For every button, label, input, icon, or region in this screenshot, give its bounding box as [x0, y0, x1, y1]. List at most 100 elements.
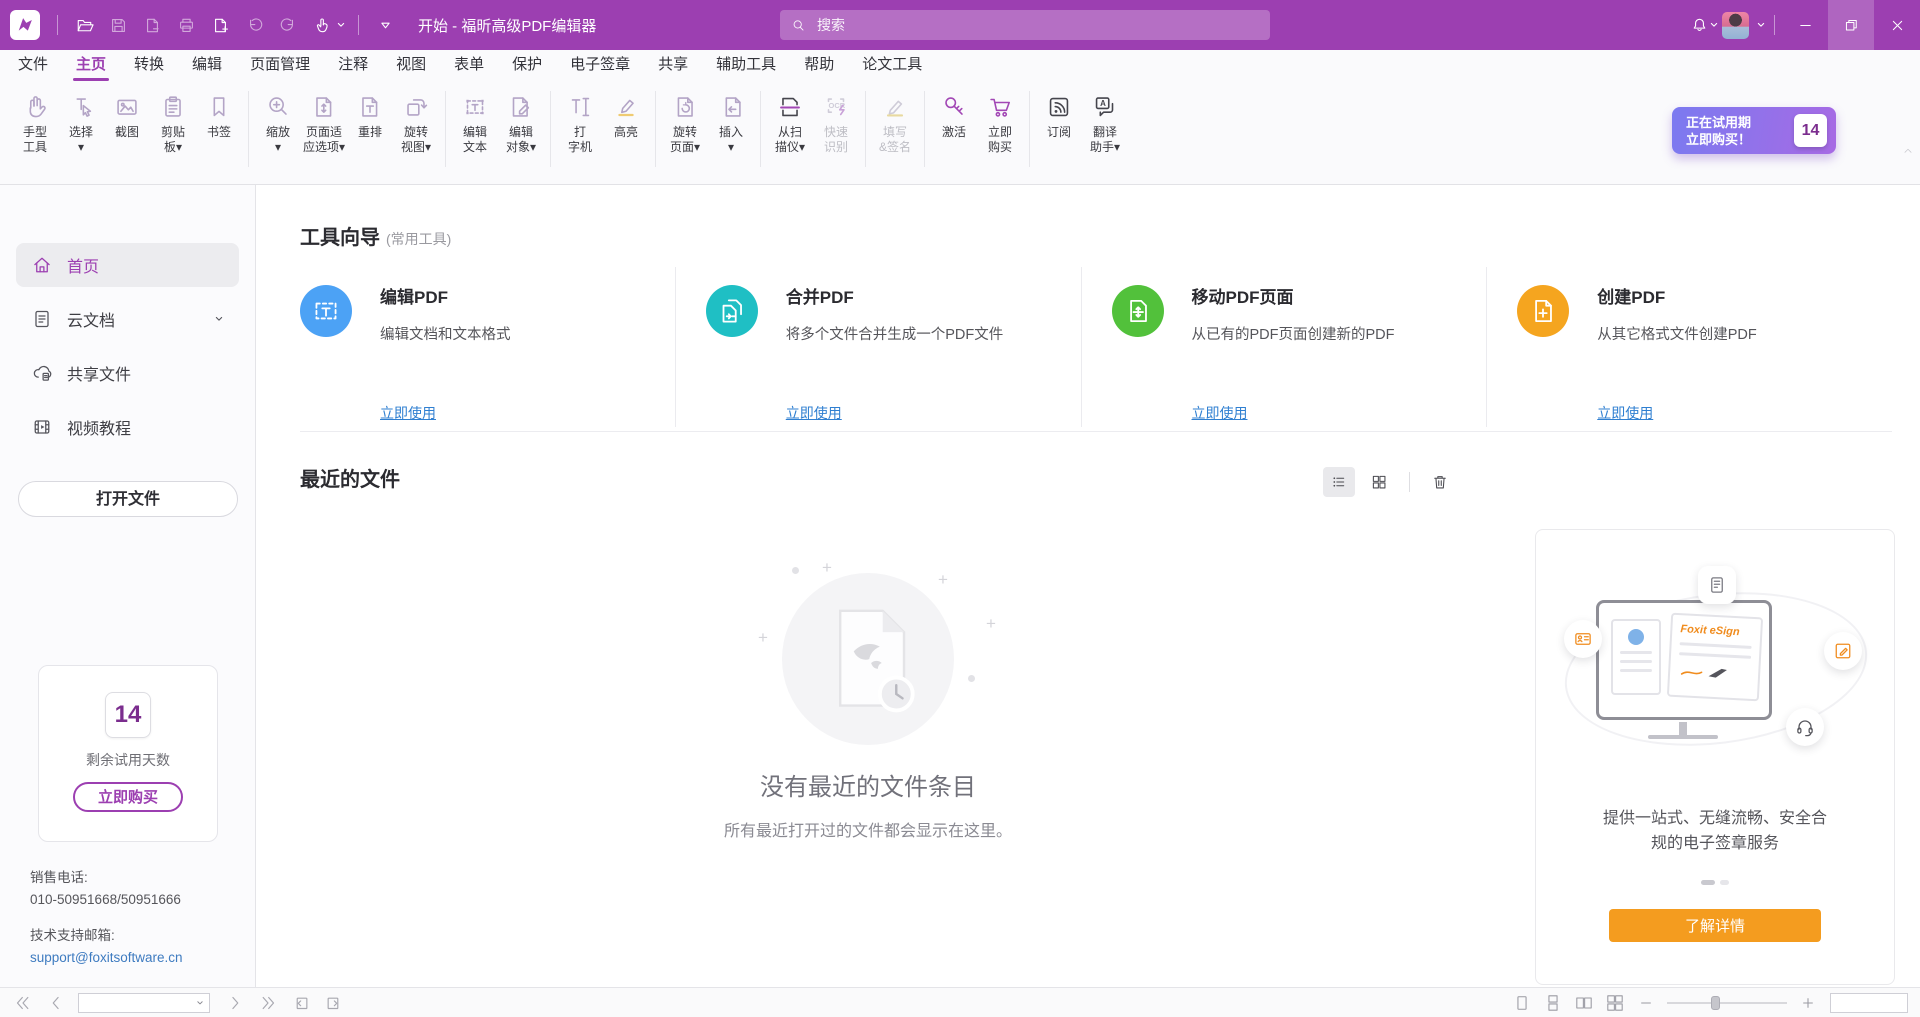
- menu-home[interactable]: 主页: [62, 50, 120, 81]
- list-view-button[interactable]: [1323, 467, 1355, 497]
- restore-button[interactable]: [1828, 0, 1874, 50]
- facing-continuous-view-icon[interactable]: [1605, 993, 1625, 1013]
- add-page-icon[interactable]: [205, 0, 235, 50]
- menu-view[interactable]: 视图: [382, 50, 440, 81]
- from-scanner[interactable]: 从扫 描仪▾: [767, 89, 813, 155]
- page-number-input[interactable]: [79, 996, 195, 1010]
- menu-accessibility[interactable]: 辅助工具: [702, 50, 790, 81]
- sidebar-item-shared-files[interactable]: 共享文件: [16, 351, 239, 395]
- support-email-link[interactable]: support@foxitsoftware.cn: [30, 950, 183, 965]
- carousel-dot-active[interactable]: [1701, 880, 1715, 885]
- menu-comment[interactable]: 注释: [324, 50, 382, 81]
- ribbon-toolbar: 手型 工具 选择 ▾ 截图 剪贴 板▾ 书签: [0, 81, 1920, 185]
- edit-object[interactable]: 编辑 对象▾: [498, 89, 544, 155]
- zoom-slider[interactable]: [1667, 1002, 1787, 1004]
- menu-share[interactable]: 共享: [644, 50, 702, 81]
- open-file-button[interactable]: 打开文件: [18, 481, 238, 517]
- account-caret-icon[interactable]: [1755, 19, 1767, 31]
- carousel-dots[interactable]: [1536, 880, 1894, 885]
- titlebar-separator: [1774, 15, 1775, 35]
- menu-help[interactable]: 帮助: [790, 50, 848, 81]
- previous-view-icon[interactable]: [290, 992, 312, 1014]
- card-edit-pdf: 编辑PDF 编辑文档和文本格式 立即使用: [300, 267, 675, 427]
- use-now-link[interactable]: 立即使用: [786, 403, 842, 423]
- page-fit-options[interactable]: 页面适 应选项▾: [301, 89, 347, 155]
- print-icon[interactable]: [137, 0, 167, 50]
- close-button[interactable]: [1874, 0, 1920, 50]
- reflow-tool[interactable]: 重排: [347, 89, 393, 140]
- typewriter-tool[interactable]: 打 字机: [557, 89, 603, 155]
- last-page-icon[interactable]: [257, 992, 279, 1014]
- rotate-view[interactable]: 旋转 视图▾: [393, 89, 439, 155]
- open-file-icon[interactable]: [69, 0, 99, 50]
- ribbon-collapse-icon[interactable]: [1901, 144, 1915, 158]
- trial-period-badge[interactable]: 正在试用期 立即购买！ 14: [1672, 107, 1836, 154]
- quick-ocr[interactable]: OCR 快速 识别: [813, 89, 859, 155]
- search-box[interactable]: [780, 10, 1270, 40]
- rotate-pages[interactable]: 旋转 页面▾: [662, 89, 708, 155]
- ribbon-mode-icon[interactable]: [370, 0, 400, 50]
- single-page-view-icon[interactable]: [1512, 993, 1532, 1013]
- ribbon-tool-icon: [19, 89, 51, 125]
- zoom-level-input[interactable]: [1831, 994, 1907, 1012]
- menu-paper-tools[interactable]: 论文工具: [848, 50, 936, 81]
- user-avatar[interactable]: [1722, 12, 1749, 39]
- use-now-link[interactable]: 立即使用: [380, 403, 436, 423]
- search-input[interactable]: [815, 16, 1260, 34]
- id-document-illustration: [1611, 619, 1661, 695]
- zoom-slider-knob[interactable]: [1711, 996, 1720, 1010]
- redo-icon[interactable]: [273, 0, 303, 50]
- undo-icon[interactable]: [239, 0, 269, 50]
- menu-convert[interactable]: 转换: [120, 50, 178, 81]
- first-page-icon[interactable]: [12, 992, 34, 1014]
- touch-mode-icon[interactable]: [307, 0, 337, 50]
- grid-view-button[interactable]: [1363, 467, 1395, 497]
- clear-recent-trash-button[interactable]: [1424, 467, 1456, 497]
- use-now-link[interactable]: 立即使用: [1192, 403, 1248, 423]
- export-page-icon[interactable]: [171, 0, 201, 50]
- zoom-tool[interactable]: 缩放 ▾: [255, 89, 301, 155]
- next-page-icon[interactable]: [224, 992, 246, 1014]
- ribbon-group-separator: [445, 91, 446, 167]
- carousel-dot[interactable]: [1720, 880, 1729, 885]
- subscribe[interactable]: 订阅: [1036, 89, 1082, 140]
- menu-file[interactable]: 文件: [4, 50, 62, 81]
- touch-mode-caret-icon[interactable]: [335, 19, 347, 31]
- learn-more-button[interactable]: 了解详情: [1609, 909, 1821, 942]
- menu-form[interactable]: 表单: [440, 50, 498, 81]
- fill-and-sign[interactable]: 填写 &签名: [872, 89, 918, 155]
- facing-view-icon[interactable]: [1574, 993, 1594, 1013]
- clipboard-tool[interactable]: 剪贴 板▾: [150, 89, 196, 155]
- sidebar-item-cloud-docs[interactable]: 云文档: [16, 297, 239, 341]
- use-now-link[interactable]: 立即使用: [1597, 403, 1653, 423]
- insert-pages[interactable]: 插入 ▾: [708, 89, 754, 155]
- buy-now-button[interactable]: 立即购买: [73, 782, 183, 812]
- hand-tool[interactable]: 手型 工具: [12, 89, 58, 155]
- menu-esign[interactable]: 电子签章: [556, 50, 644, 81]
- minimize-button[interactable]: [1782, 0, 1828, 50]
- buy-now[interactable]: 立即 购买: [977, 89, 1023, 155]
- zoom-out-icon[interactable]: [1636, 993, 1656, 1013]
- edit-text[interactable]: 编辑 文本: [452, 89, 498, 155]
- save-icon[interactable]: [103, 0, 133, 50]
- window-title: 开始 - 福昕高级PDF编辑器: [418, 15, 596, 36]
- previous-page-icon[interactable]: [45, 992, 67, 1014]
- menu-edit[interactable]: 编辑: [178, 50, 236, 81]
- sidebar-item-home[interactable]: 首页: [16, 243, 239, 287]
- snapshot-tool[interactable]: 截图: [104, 89, 150, 140]
- page-box-caret-icon[interactable]: [195, 998, 205, 1008]
- highlight-tool[interactable]: 高亮: [603, 89, 649, 140]
- notifications-caret-icon[interactable]: [1708, 19, 1720, 31]
- next-view-icon[interactable]: [323, 992, 345, 1014]
- sidebar-item-video-tutorials[interactable]: 视频教程: [16, 405, 239, 449]
- sparkle-decoration: [986, 615, 996, 632]
- zoom-in-icon[interactable]: [1798, 993, 1818, 1013]
- translate-assistant[interactable]: A 翻译 助手▾: [1082, 89, 1128, 155]
- menu-protect[interactable]: 保护: [498, 50, 556, 81]
- select-tool[interactable]: 选择 ▾: [58, 89, 104, 155]
- tool-card-description: 从其它格式文件创建PDF: [1597, 323, 1892, 344]
- menu-page-manage[interactable]: 页面管理: [236, 50, 324, 81]
- activate[interactable]: 激活: [931, 89, 977, 140]
- continuous-view-icon[interactable]: [1543, 993, 1563, 1013]
- bookmark-tool[interactable]: 书签: [196, 89, 242, 140]
